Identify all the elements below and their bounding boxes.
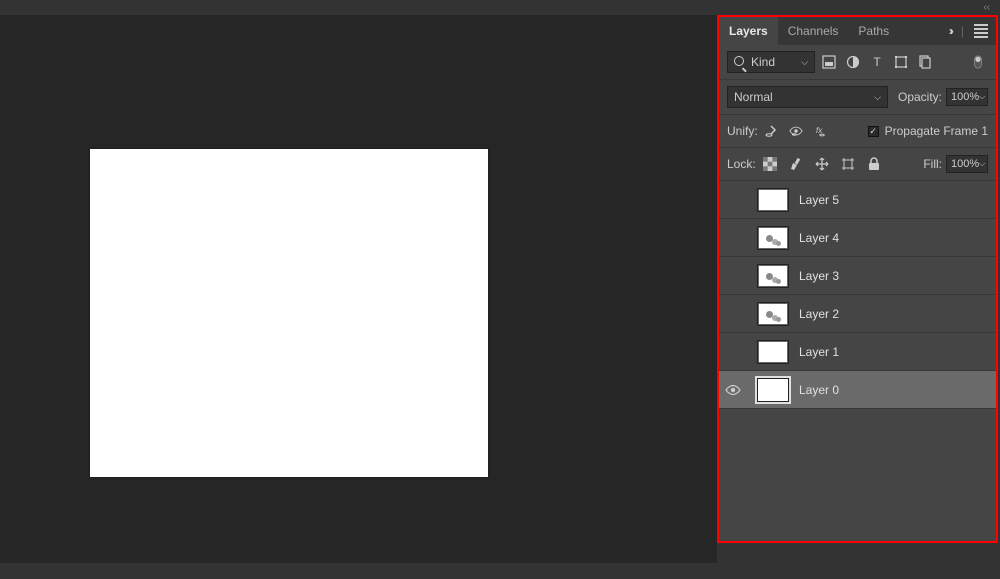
- layer-row[interactable]: Layer 2: [719, 295, 996, 333]
- lock-all-icon[interactable]: [864, 154, 884, 174]
- unify-visibility-icon[interactable]: [786, 121, 806, 141]
- svg-text:T: T: [873, 55, 881, 69]
- blend-row: Normal ⌵ Opacity: 100% ⌵: [719, 80, 996, 115]
- filter-type-icon[interactable]: T: [867, 52, 887, 72]
- layer-thumbnail[interactable]: [755, 186, 791, 214]
- tab-channels[interactable]: Channels: [778, 17, 849, 45]
- unify-position-icon[interactable]: [762, 121, 782, 141]
- filter-kind-label: Kind: [751, 55, 775, 69]
- chevron-down-icon: ⌵: [979, 159, 985, 169]
- layer-name-label[interactable]: Layer 3: [799, 269, 839, 283]
- layer-row[interactable]: Layer 4: [719, 219, 996, 257]
- filter-smart-icon[interactable]: [915, 52, 935, 72]
- layers-panel: Layers Channels Paths ›› | Kind ⌵ T Norm…: [717, 15, 998, 543]
- propagate-checkbox[interactable]: [868, 126, 879, 137]
- unify-row: Unify: fx Propagate Frame 1: [719, 115, 996, 148]
- lock-transparency-icon[interactable]: [760, 154, 780, 174]
- layer-row[interactable]: Layer 5: [719, 181, 996, 219]
- tab-layers[interactable]: Layers: [719, 17, 778, 45]
- layer-row[interactable]: Layer 0: [719, 371, 996, 409]
- layer-thumbnail[interactable]: [755, 338, 791, 366]
- layer-name-label[interactable]: Layer 2: [799, 307, 839, 321]
- search-icon: [734, 55, 747, 69]
- panel-menu-icon[interactable]: [974, 24, 988, 38]
- blend-mode-value: Normal: [734, 90, 773, 104]
- filter-shape-icon[interactable]: [891, 52, 911, 72]
- fill-value: 100%: [951, 158, 979, 170]
- layer-name-label[interactable]: Layer 1: [799, 345, 839, 359]
- layer-name-label[interactable]: Layer 0: [799, 383, 839, 397]
- layer-thumbnail[interactable]: [755, 224, 791, 252]
- filter-row: Kind ⌵ T: [719, 45, 996, 80]
- lock-pixels-icon[interactable]: [786, 154, 806, 174]
- layers-list: Layer 5 Layer 4 Layer 3 Layer 2 Layer 1 Layer…: [719, 181, 996, 409]
- layer-row[interactable]: Layer 1: [719, 333, 996, 371]
- fill-input[interactable]: 100% ⌵: [946, 155, 988, 173]
- unify-label: Unify:: [727, 124, 758, 138]
- layer-name-label[interactable]: Layer 5: [799, 193, 839, 207]
- layer-thumbnail[interactable]: [755, 262, 791, 290]
- opacity-value: 100%: [951, 91, 979, 103]
- document-canvas[interactable]: [90, 149, 488, 477]
- layer-row[interactable]: Layer 3: [719, 257, 996, 295]
- tab-paths[interactable]: Paths: [848, 17, 899, 45]
- divider: |: [961, 24, 964, 38]
- chevron-down-icon: ⌵: [874, 92, 881, 103]
- unify-style-icon[interactable]: fx: [810, 121, 830, 141]
- lock-row: Lock: Fill: 100% ⌵: [719, 148, 996, 181]
- lock-position-icon[interactable]: [812, 154, 832, 174]
- filter-adjustment-icon[interactable]: [843, 52, 863, 72]
- blend-mode-select[interactable]: Normal ⌵: [727, 86, 888, 108]
- propagate-label: Propagate Frame 1: [885, 124, 988, 138]
- layer-thumbnail[interactable]: [755, 376, 791, 404]
- chevron-down-icon: ⌵: [979, 92, 985, 102]
- filter-toggle-switch[interactable]: [968, 52, 988, 72]
- filter-pixel-icon[interactable]: [819, 52, 839, 72]
- opacity-input[interactable]: 100% ⌵: [946, 88, 988, 106]
- filter-kind-select[interactable]: Kind ⌵: [727, 51, 815, 73]
- layer-thumbnail[interactable]: [755, 300, 791, 328]
- bottom-strip: [0, 563, 717, 579]
- opacity-label: Opacity:: [898, 90, 942, 104]
- collapse-panel-icon[interactable]: ‹‹: [983, 2, 990, 13]
- panel-tabs: Layers Channels Paths ›› |: [719, 17, 996, 45]
- lock-label: Lock:: [727, 157, 756, 171]
- layer-name-label[interactable]: Layer 4: [799, 231, 839, 245]
- visibility-toggle[interactable]: [719, 384, 747, 396]
- collapse-icon[interactable]: ››: [949, 24, 951, 38]
- fill-label: Fill:: [923, 157, 942, 171]
- canvas-area: [0, 15, 717, 563]
- chevron-down-icon: ⌵: [801, 57, 808, 68]
- lock-artboard-icon[interactable]: [838, 154, 858, 174]
